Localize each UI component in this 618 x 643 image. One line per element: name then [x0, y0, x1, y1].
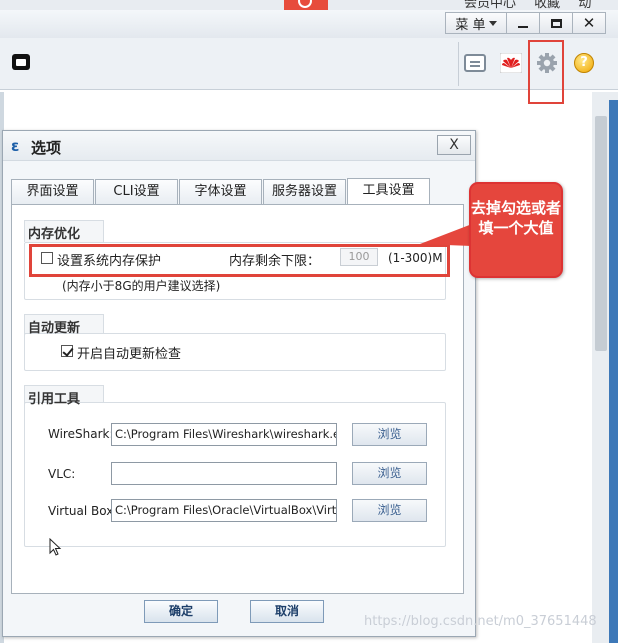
- vlc-browse-button[interactable]: 浏览: [352, 462, 427, 485]
- tab-cli[interactable]: CLI设置: [95, 179, 178, 204]
- dialog-titlebar: ε 选项 X: [3, 131, 475, 161]
- mouse-cursor-icon: [49, 538, 62, 556]
- virtualbox-browse-button[interactable]: 浏览: [352, 499, 427, 522]
- gear-highlight-box: [528, 40, 564, 104]
- close-icon: ✕: [582, 14, 596, 32]
- menu-button[interactable]: 菜 单: [445, 12, 507, 34]
- maximize-button[interactable]: [539, 12, 573, 34]
- options-dialog: ε 选项 X 界面设置 CLI设置 字体设置 服务器设置 工具设置: [2, 130, 476, 637]
- app-titlebar: 菜 单 ✕: [0, 10, 618, 38]
- menu-label: 菜 单: [455, 17, 486, 33]
- memory-group-title: 内存优化: [28, 227, 81, 242]
- tab-font[interactable]: 字体设置: [179, 179, 262, 204]
- vlc-label: VLC:: [48, 467, 76, 481]
- help-icon[interactable]: ?: [574, 53, 594, 73]
- annotation-text: 去掉勾选或者填一个大值: [471, 199, 562, 237]
- monitor-icon[interactable]: [12, 54, 30, 70]
- tab-server[interactable]: 服务器设置: [263, 179, 346, 204]
- auto-update-checkbox[interactable]: [61, 345, 73, 357]
- chevron-down-icon: [488, 20, 497, 26]
- update-group-title: 自动更新: [28, 321, 81, 336]
- tab-tools[interactable]: 工具设置: [347, 178, 430, 205]
- scrollbar-thumb[interactable]: [595, 116, 607, 351]
- wireshark-browse-button[interactable]: 浏览: [352, 423, 427, 446]
- vlc-path-input[interactable]: [111, 462, 337, 485]
- tools-group-title: 引用工具: [28, 392, 81, 407]
- minimize-button[interactable]: [506, 12, 540, 34]
- virtualbox-path-input[interactable]: C:\Program Files\Oracle\VirtualBox\Virtu…: [111, 499, 337, 522]
- huawei-logo-icon[interactable]: [500, 53, 522, 73]
- dialog-title: 选项: [31, 139, 62, 157]
- app-logo-icon: ε: [11, 137, 20, 155]
- memory-hint: (内存小于8G的用户建议选择): [62, 279, 221, 293]
- toolbar-separator: [458, 42, 459, 86]
- wireshark-path-input[interactable]: C:\Program Files\Wireshark\wireshark.exe: [111, 423, 337, 446]
- annotation-callout: 去掉勾选或者填一个大值: [469, 182, 563, 278]
- memory-highlight-box: [29, 244, 450, 277]
- cancel-button[interactable]: 取消: [250, 600, 324, 623]
- app-toolbar: ?: [0, 38, 618, 90]
- auto-update-label: 开启自动更新检查: [77, 347, 182, 362]
- chat-icon[interactable]: [464, 54, 486, 72]
- right-side-panel: [592, 92, 618, 643]
- dialog-close-button[interactable]: X: [437, 135, 471, 155]
- virtualbox-label: Virtual Box:: [48, 504, 118, 518]
- circle-icon: [298, 0, 312, 8]
- minimize-icon: [518, 25, 528, 28]
- watermark: https://blog.csdn.net/m0_37651448: [364, 614, 597, 629]
- red-tab: [284, 0, 328, 10]
- maximize-icon: [550, 18, 562, 28]
- window-close-button[interactable]: ✕: [572, 12, 606, 34]
- wireshark-label: WireShark:: [48, 427, 114, 441]
- right-blue-strip: [609, 100, 618, 643]
- tab-interface[interactable]: 界面设置: [11, 179, 94, 204]
- window-controls: 菜 单 ✕: [445, 12, 606, 34]
- ok-button[interactable]: 确定: [144, 600, 218, 623]
